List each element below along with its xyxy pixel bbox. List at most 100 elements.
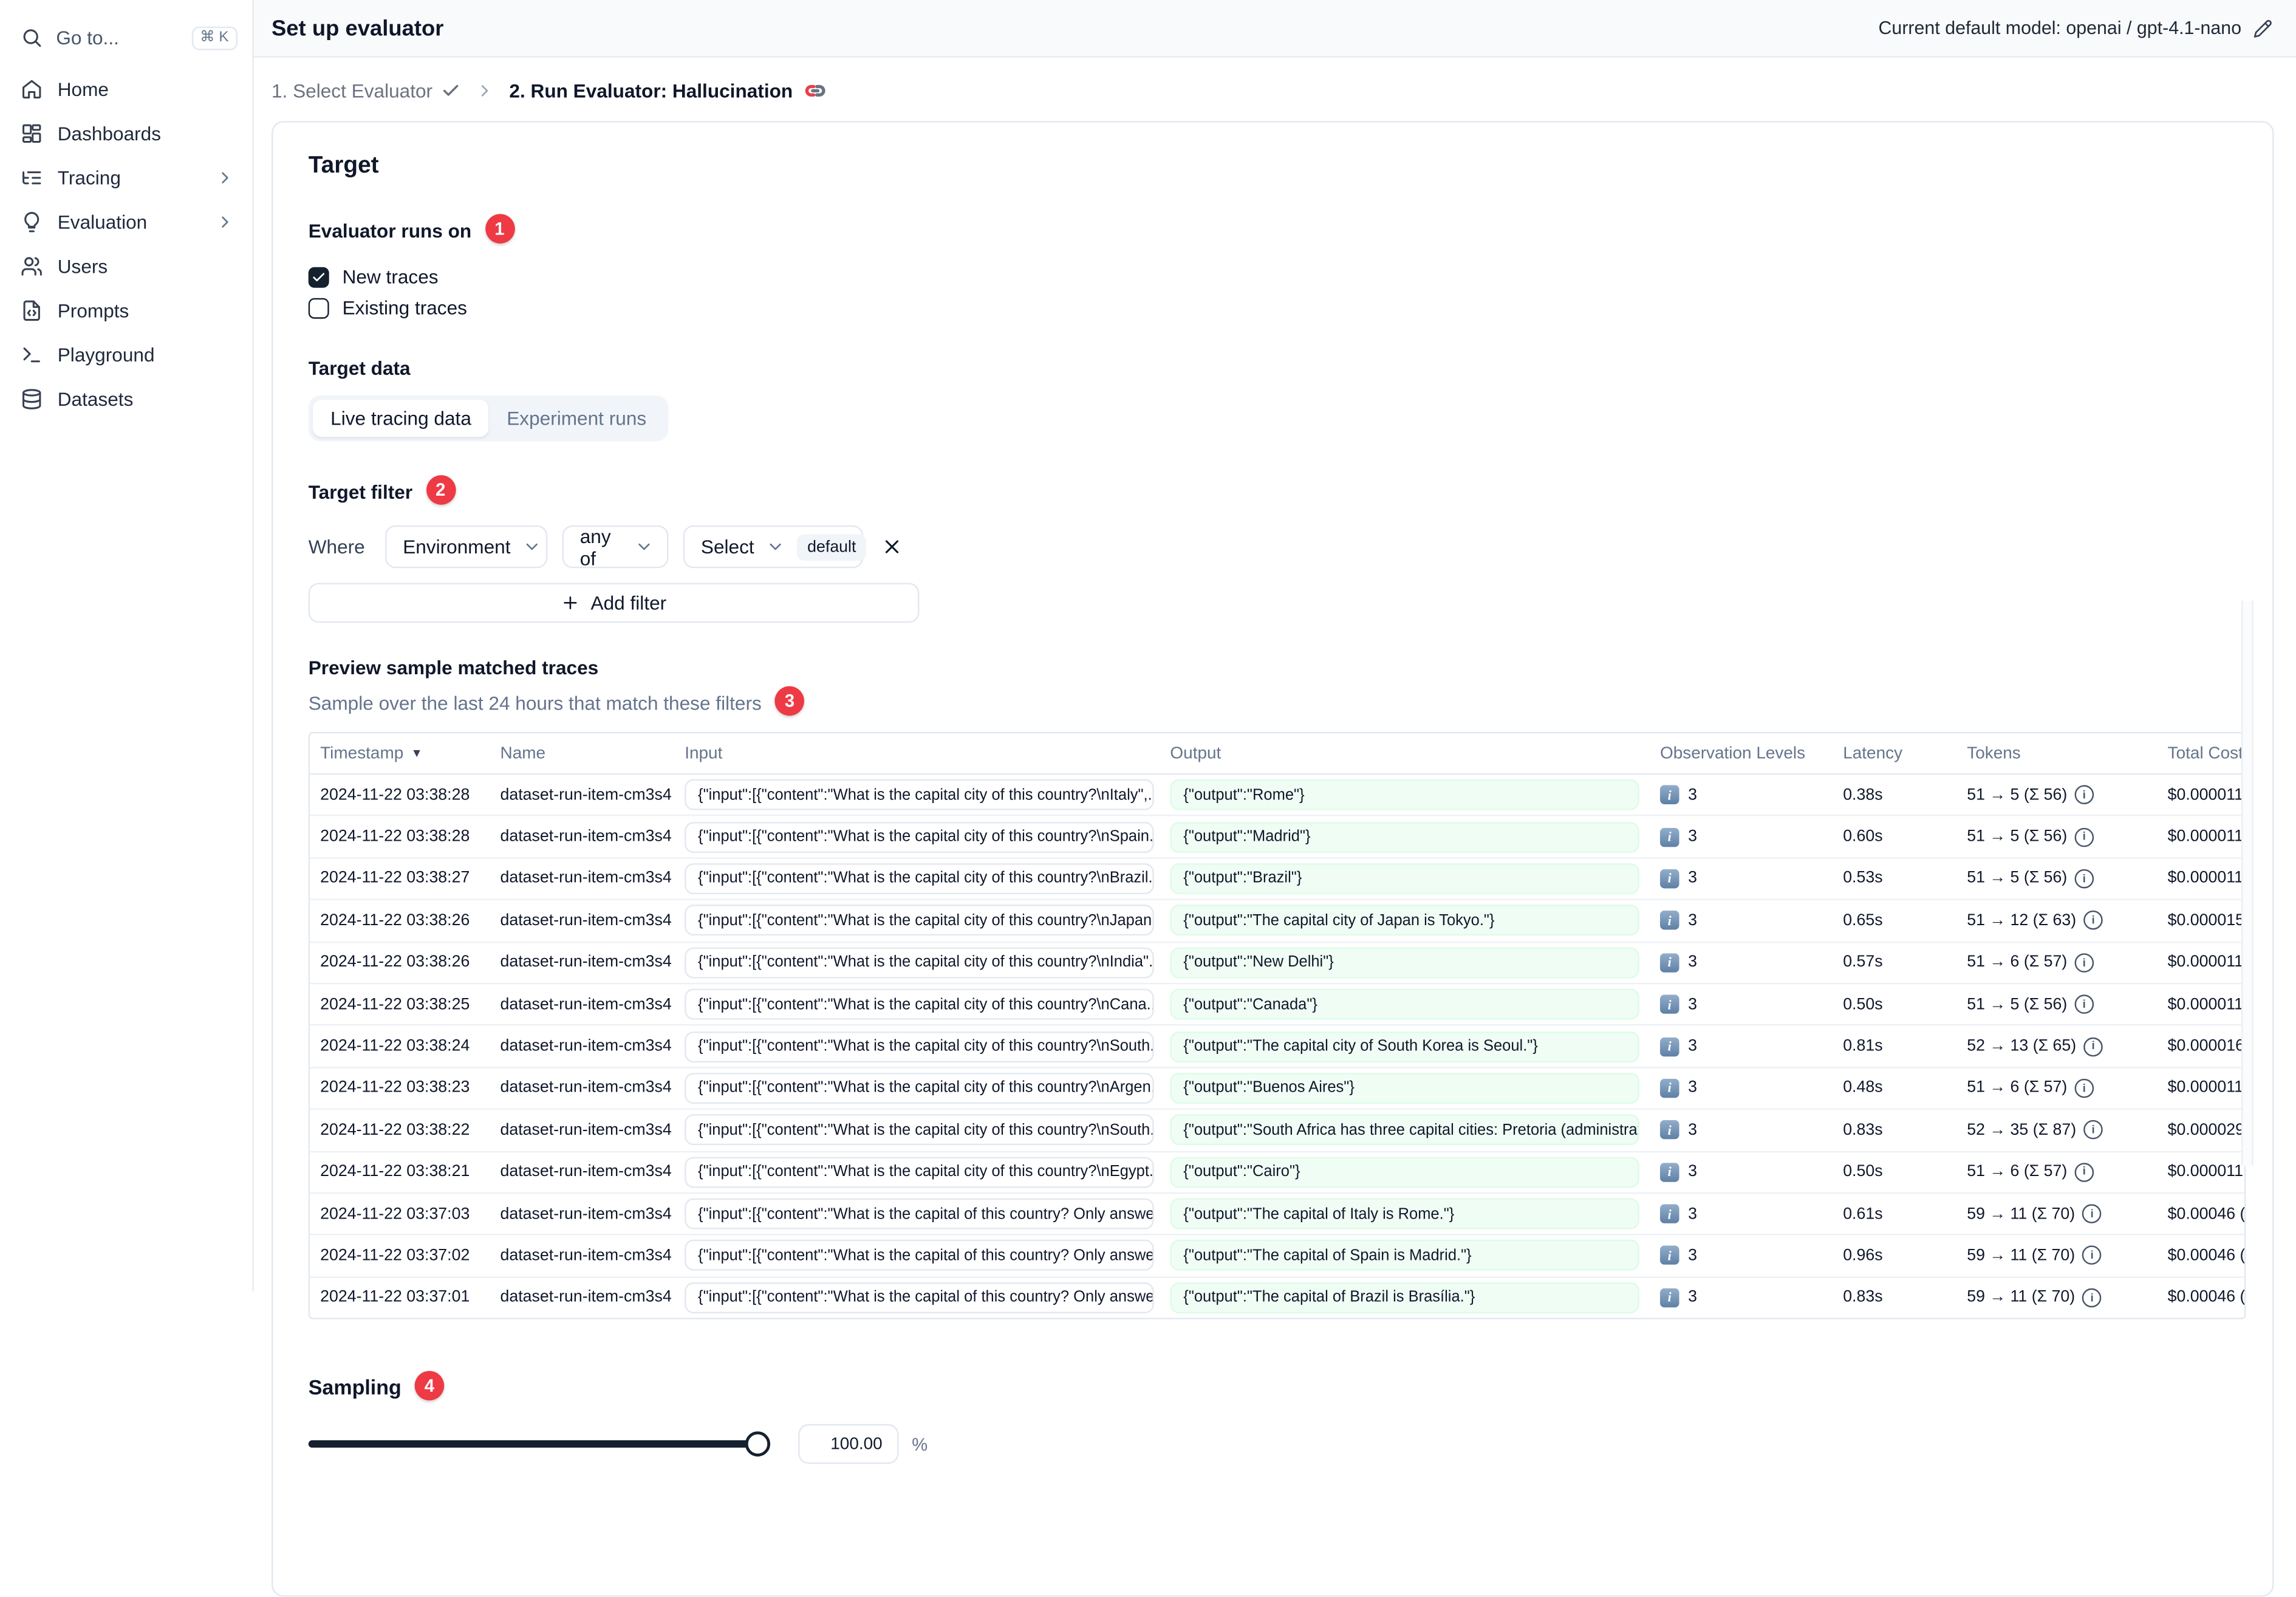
output-value-box[interactable]: {"output":"Cairo"} xyxy=(1170,1156,1639,1188)
target-data-label: Target data xyxy=(308,357,411,380)
timestamp-cell: 2024-11-22 03:37:02 xyxy=(320,1246,470,1265)
output-value-box[interactable]: {"output":"South Africa has three capita… xyxy=(1170,1114,1639,1146)
sampling-value-input[interactable] xyxy=(798,1424,899,1465)
add-filter-button[interactable]: Add filter xyxy=(308,583,920,623)
column-header-observation-levels[interactable]: Observation Levels xyxy=(1650,745,1833,762)
observation-levels-cell: i3 xyxy=(1650,952,1833,973)
total-cost-cell: $0.000011 ( xyxy=(2167,869,2246,888)
table-row[interactable]: 2024-11-22 03:37:01 dataset-run-item-cm3s… xyxy=(310,1277,2244,1318)
existing-traces-checkbox[interactable] xyxy=(308,297,329,318)
input-value-box[interactable]: {"input":[{"content":"What is the capita… xyxy=(685,863,1154,895)
goto-search[interactable]: Go to... ⌘ K xyxy=(0,19,252,56)
breadcrumb-step-select-evaluator[interactable]: 1. Select Evaluator xyxy=(272,80,460,102)
tokens-cell: 51 → 5 (Σ 56) i xyxy=(1956,869,2157,889)
sidebar-item-users[interactable]: Users xyxy=(0,244,252,288)
info-circle-icon[interactable]: i xyxy=(2074,1162,2094,1182)
tokens-cell: 52 → 35 (Σ 87) i xyxy=(1956,1120,2157,1140)
output-value-box[interactable]: {"output":"New Delhi"} xyxy=(1170,947,1639,979)
output-value-box[interactable]: {"output":"The capital of Italy is Rome.… xyxy=(1170,1198,1639,1229)
input-value-box[interactable]: {"input":[{"content":"What is the capita… xyxy=(685,1282,1154,1313)
new-traces-checkbox[interactable] xyxy=(308,266,329,287)
input-value-box[interactable]: {"input":[{"content":"What is the capita… xyxy=(685,988,1154,1020)
tab-live-tracing-data[interactable]: Live tracing data xyxy=(313,400,490,437)
info-circle-icon[interactable]: i xyxy=(2074,994,2094,1014)
info-circle-icon[interactable]: i xyxy=(2074,785,2094,805)
input-value-box[interactable]: {"input":[{"content":"What is the capita… xyxy=(685,1240,1154,1271)
info-circle-icon[interactable]: i xyxy=(2083,911,2103,931)
filter-column-dropdown[interactable]: Environment xyxy=(385,525,548,569)
column-header-input[interactable]: Input xyxy=(674,745,1160,762)
info-circle-icon[interactable]: i xyxy=(2083,1120,2103,1140)
edit-pencil-icon[interactable] xyxy=(2253,18,2273,38)
name-cell: dataset-run-item-cm3s4 xyxy=(500,995,672,1014)
table-row[interactable]: 2024-11-22 03:37:03 dataset-run-item-cm3s… xyxy=(310,1194,2244,1236)
output-cell: {"output":"South Africa has three capita… xyxy=(1160,1114,1650,1146)
table-row[interactable]: 2024-11-22 03:38:27 dataset-run-item-cm3s… xyxy=(310,858,2246,901)
table-vertical-scrollbar[interactable] xyxy=(2241,600,2253,1166)
info-circle-icon[interactable]: i xyxy=(2082,1204,2102,1224)
input-value-box[interactable]: {"input":[{"content":"What is the capita… xyxy=(685,779,1154,811)
output-value-box[interactable]: {"output":"Rome"} xyxy=(1170,779,1639,811)
new-traces-label: New traces xyxy=(342,265,439,288)
output-value-box[interactable]: {"output":"Buenos Aires"} xyxy=(1170,1072,1639,1104)
input-value-box[interactable]: {"input":[{"content":"What is the capita… xyxy=(685,1198,1154,1229)
output-value-box[interactable]: {"output":"The capital of Brazil is Bras… xyxy=(1170,1282,1639,1313)
info-circle-icon[interactable]: i xyxy=(2082,1288,2102,1308)
info-circle-icon[interactable]: i xyxy=(2074,1078,2094,1098)
target-data-tabs: Live tracing data Experiment runs xyxy=(308,395,669,442)
input-value-box[interactable]: {"input":[{"content":"What is the capita… xyxy=(685,947,1154,979)
input-value-box[interactable]: {"input":[{"content":"What is the capita… xyxy=(685,1030,1154,1062)
output-value-box[interactable]: {"output":"The capital city of Japan is … xyxy=(1170,905,1639,937)
column-header-output[interactable]: Output xyxy=(1160,745,1650,762)
filter-operator-dropdown[interactable]: any of xyxy=(562,525,669,569)
remove-filter-icon[interactable] xyxy=(881,536,903,558)
table-body: 2024-11-22 03:38:28 dataset-run-item-cm3s… xyxy=(310,775,2244,1318)
input-value-box[interactable]: {"input":[{"content":"What is the capita… xyxy=(685,905,1154,937)
column-header-timestamp[interactable]: Timestamp ▼ xyxy=(310,745,490,762)
tokens-cell: 59 → 11 (Σ 70) i xyxy=(1956,1246,2157,1266)
column-header-total-cost[interactable]: Total Cost xyxy=(2158,745,2244,762)
column-header-name[interactable]: Name xyxy=(490,745,675,762)
table-row[interactable]: 2024-11-22 03:38:23 dataset-run-item-cm3s… xyxy=(310,1068,2244,1110)
tab-experiment-runs[interactable]: Experiment runs xyxy=(489,400,664,437)
slider-handle[interactable] xyxy=(745,1431,771,1457)
table-row[interactable]: 2024-11-22 03:38:22 dataset-run-item-cm3s… xyxy=(310,1110,2244,1152)
info-circle-icon[interactable]: i xyxy=(2083,1036,2103,1056)
output-value-box[interactable]: {"output":"Canada"} xyxy=(1170,988,1639,1020)
filter-value-dropdown[interactable]: Select default xyxy=(683,525,867,569)
input-cell: {"input":[{"content":"What is the capita… xyxy=(674,1198,1160,1229)
column-header-tokens[interactable]: Tokens xyxy=(1956,745,2157,762)
input-value-box[interactable]: {"input":[{"content":"What is the capita… xyxy=(685,821,1154,853)
sidebar-item-playground[interactable]: Playground xyxy=(0,332,252,377)
table-row[interactable]: 2024-11-22 03:38:24 dataset-run-item-cm3s… xyxy=(310,1026,2244,1069)
table-row[interactable]: 2024-11-22 03:38:28 dataset-run-item-cm3s… xyxy=(310,775,2244,817)
table-row[interactable]: 2024-11-22 03:38:26 dataset-run-item-cm3s… xyxy=(310,942,2244,985)
input-value-box[interactable]: {"input":[{"content":"What is the capita… xyxy=(685,1072,1154,1104)
table-row[interactable]: 2024-11-22 03:38:25 dataset-run-item-cm3s… xyxy=(310,984,2244,1027)
info-circle-icon[interactable]: i xyxy=(2074,827,2094,847)
info-circle-icon[interactable]: i xyxy=(2074,952,2094,973)
sidebar-item-tracing[interactable]: Tracing xyxy=(0,155,252,199)
output-value-box[interactable]: {"output":"The capital of Spain is Madri… xyxy=(1170,1240,1639,1271)
sidebar-item-prompts[interactable]: Prompts xyxy=(0,288,252,332)
output-value-box[interactable]: {"output":"Brazil"} xyxy=(1170,863,1639,895)
sidebar-item-label: Datasets xyxy=(57,387,134,410)
sampling-slider[interactable] xyxy=(308,1431,771,1457)
output-value-box[interactable]: {"output":"The capital city of South Kor… xyxy=(1170,1030,1639,1062)
sidebar-item-datasets[interactable]: Datasets xyxy=(0,376,252,420)
table-row[interactable]: 2024-11-22 03:38:26 dataset-run-item-cm3s… xyxy=(310,900,2244,943)
table-row[interactable]: 2024-11-22 03:37:02 dataset-run-item-cm3s… xyxy=(310,1236,2244,1278)
slider-track xyxy=(308,1440,766,1448)
table-row[interactable]: 2024-11-22 03:38:21 dataset-run-item-cm3s… xyxy=(310,1152,2244,1194)
input-value-box[interactable]: {"input":[{"content":"What is the capita… xyxy=(685,1114,1154,1146)
output-value-box[interactable]: {"output":"Madrid"} xyxy=(1170,821,1639,853)
info-circle-icon[interactable]: i xyxy=(2074,869,2094,889)
percent-sign: % xyxy=(912,1434,928,1455)
table-row[interactable]: 2024-11-22 03:38:28 dataset-run-item-cm3s… xyxy=(310,816,2244,859)
input-value-box[interactable]: {"input":[{"content":"What is the capita… xyxy=(685,1156,1154,1188)
sidebar-item-home[interactable]: Home xyxy=(0,66,252,111)
sidebar-item-evaluation[interactable]: Evaluation xyxy=(0,199,252,244)
column-header-latency[interactable]: Latency xyxy=(1833,745,1956,762)
info-circle-icon[interactable]: i xyxy=(2082,1246,2102,1266)
sidebar-item-dashboards[interactable]: Dashboards xyxy=(0,111,252,155)
